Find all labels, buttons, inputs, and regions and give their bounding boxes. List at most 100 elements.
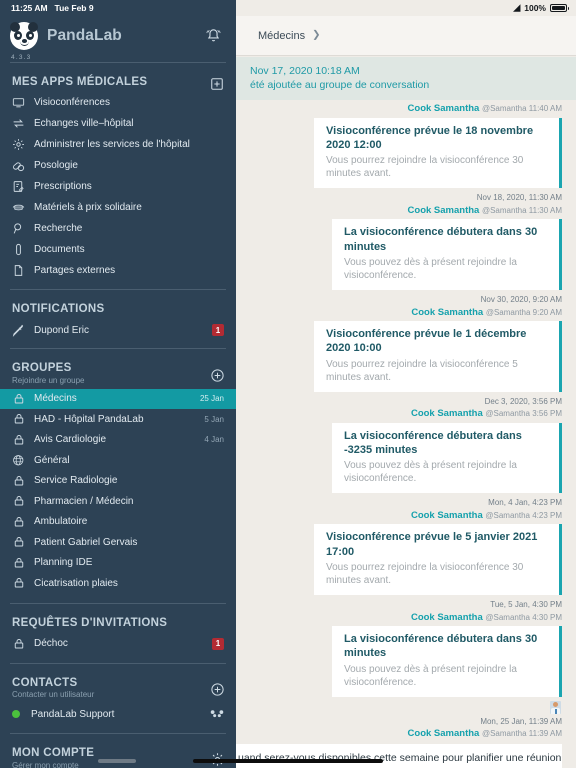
lock-icon: [12, 474, 25, 487]
breadcrumb[interactable]: Médecins: [258, 30, 305, 42]
message-timestamp: Nov 18, 2020, 11:30 AM: [476, 193, 562, 203]
sidebar-item-avis-cardiologie[interactable]: Avis Cardiologie 4 Jan: [0, 430, 236, 451]
visio-card[interactable]: La visioconférence débutera dans 30 minu…: [332, 219, 562, 290]
mask-icon: [12, 201, 25, 214]
lock-icon: [12, 392, 25, 405]
sidebar-item-label: Service Radiologie: [34, 475, 118, 487]
notification-bell-icon[interactable]: [202, 24, 224, 46]
message-author-name: Cook Samantha: [407, 728, 480, 740]
visio-card[interactable]: Visioconférence prévue le 5 janvier 2021…: [314, 524, 562, 595]
sidebar-item-label: HAD - Hôpital PandaLab: [34, 413, 144, 425]
message-block: Dec 3, 2020, 3:56 PM Cook Samantha @Sama…: [236, 392, 576, 494]
plus-circle-icon[interactable]: [209, 682, 225, 698]
sidebar-item-pharmacien-medecin[interactable]: Pharmacien / Médecin: [0, 491, 236, 512]
sidebar-item-service-radiologie[interactable]: Service Radiologie: [0, 471, 236, 492]
status-badge: 1: [212, 637, 224, 650]
sidebar-item-visioconferences[interactable]: Visioconférences: [0, 92, 236, 113]
sidebar-item-administrer-services[interactable]: Administrer les services de l'hôpital: [0, 134, 236, 155]
plus-circle-icon[interactable]: [209, 367, 225, 383]
message-author-name: Cook Samantha: [407, 205, 480, 217]
sidebar-item-prescriptions[interactable]: Prescriptions: [0, 176, 236, 197]
groups-section-title: GROUPES: [12, 362, 72, 374]
message-block: Mon, 25 Jan, 11:39 AM Cook Samantha @Sam…: [236, 697, 576, 768]
sidebar-item-date: 4 Jan: [204, 435, 224, 445]
notifications-section-header: NOTIFICATIONS: [0, 290, 236, 319]
sidebar-item-general[interactable]: Général: [0, 450, 236, 471]
visio-card-title: La visioconférence débutera dans 30 minu…: [344, 226, 538, 253]
lock-icon: [12, 413, 25, 426]
lock-icon: [12, 637, 25, 650]
magnifier-icon: [12, 222, 25, 235]
sidebar-item-posologie[interactable]: Posologie: [0, 155, 236, 176]
message-author: Cook Samantha @Samantha 11:39 AM: [236, 727, 576, 740]
sidebar-item-dechoc[interactable]: Déchoc 1: [0, 633, 236, 655]
sidebar-item-echanges-ville-hopital[interactable]: Échanges ville–hôpital: [0, 113, 236, 134]
message-author-handle: @Samantha 11:30 AM: [481, 206, 562, 216]
sidebar-item-ambulatoire[interactable]: Ambulatoire: [0, 512, 236, 533]
main-pane: Médecins ❯ Nov 17, 2020 10:18 AM été ajo…: [236, 0, 576, 768]
message-timestamp: Nov 30, 2020, 9:20 AM: [480, 294, 562, 304]
sidebar-item-patient-gabriel-gervais[interactable]: Patient Gabriel Gervais: [0, 532, 236, 553]
sidebar-item-label: Cicatrisation plaies: [34, 577, 118, 589]
lock-icon: [12, 433, 25, 446]
message-author: Cook Samantha @Samantha 3:56 PM: [236, 407, 576, 420]
status-badge: 1: [212, 324, 224, 336]
message-author: Cook Samantha @Samantha 11:40 AM: [236, 102, 576, 115]
groups-section-subtitle[interactable]: Rejoindre un groupe: [12, 376, 224, 385]
sidebar-item-label: Posologie: [34, 160, 78, 171]
sidebar-item-label: Recherche: [34, 223, 83, 234]
visio-card-subtitle: Vous pouvez dès à présent rejoindre la v…: [344, 663, 517, 688]
message-author: Cook Samantha @Samantha 9:20 AM: [236, 306, 576, 319]
message-author-handle: @Samantha 4:23 PM: [485, 511, 562, 521]
sidebar-item-partages-externes[interactable]: Partages externes: [0, 260, 236, 281]
visio-card[interactable]: Visioconférence prévue le 18 novembre 20…: [314, 117, 562, 189]
panda-face-icon: [210, 709, 224, 720]
add-box-icon[interactable]: [209, 76, 225, 92]
message-bubble[interactable]: uand serez-vous disponibles cette semain…: [236, 743, 562, 768]
sidebar-item-planning-ide[interactable]: Planning IDE: [0, 553, 236, 574]
system-banner-text: été ajoutée au groupe de conversation: [250, 79, 430, 92]
visio-card[interactable]: Visioconférence prévue le 1 décembre 202…: [314, 321, 562, 392]
paperclip-icon: [12, 243, 25, 256]
sidebar-item-materiels-prix-solidaire[interactable]: Matériels à prix solidaire: [0, 197, 236, 218]
visio-card-subtitle: Vous pourrez rejoindre la visioconférenc…: [326, 155, 524, 180]
sidebar-scroll-area[interactable]: PandaLab 4.3.3 MES APPS MÉDICALES Visioc…: [0, 0, 236, 768]
lock-icon: [12, 515, 25, 528]
home-indicator-left: [98, 759, 136, 763]
sidebar-item-label: Prescriptions: [34, 181, 92, 192]
message-author: Cook Samantha @Samantha 11:30 AM: [236, 204, 576, 217]
apps-section-header: MES APPS MÉDICALES: [0, 63, 236, 92]
visio-card[interactable]: La visioconférence débutera dans 30 minu…: [332, 626, 562, 697]
sidebar-item-label: Général: [34, 454, 70, 466]
message-author-name: Cook Samantha: [410, 408, 483, 420]
visio-card-title: La visioconférence débutera dans -3235 m…: [344, 429, 522, 456]
message-timestamp: Mon, 25 Jan, 11:39 AM: [480, 716, 562, 726]
sidebar-item-recherche[interactable]: Recherche: [0, 218, 236, 239]
sidebar-item-label: Déchoc: [34, 638, 68, 649]
visio-card-subtitle: Vous pouvez dès à présent rejoindre la v…: [344, 460, 517, 485]
message-author-name: Cook Samantha: [410, 510, 483, 522]
invitations-section-header: REQUÊTES D'INVITATIONS: [0, 604, 236, 633]
visio-card-title: Visioconférence prévue le 1 décembre 202…: [326, 328, 527, 355]
sidebar-item-had-hopital-pandalab[interactable]: HAD - Hôpital PandaLab 5 Jan: [0, 409, 236, 430]
sidebar-item-dupond-eric[interactable]: Dupond Eric 1: [0, 319, 236, 341]
sidebar-item-medecins[interactable]: Médecins 25 Jan: [0, 388, 236, 409]
invitations-section-title: REQUÊTES D'INVITATIONS: [12, 616, 168, 629]
message-block: Nov 30, 2020, 9:20 AM Cook Samantha @Sam…: [236, 290, 576, 392]
contacts-section-subtitle[interactable]: Contacter un utilisateur: [12, 690, 224, 699]
globe-icon: [12, 454, 25, 467]
sidebar-item-label: PandaLab Support: [31, 708, 115, 720]
lock-icon: [12, 536, 25, 549]
sidebar-item-documents[interactable]: Documents: [0, 239, 236, 260]
message-block: Mon, 4 Jan, 4:23 PM Cook Samantha @Saman…: [236, 493, 576, 595]
visio-card[interactable]: La visioconférence débutera dans -3235 m…: [332, 422, 562, 494]
chat-scroll-area[interactable]: Nov 17, 2020 10:18 AM été ajoutée au gro…: [236, 57, 576, 768]
sidebar-item-label: Documents: [34, 244, 85, 255]
panda-logo-icon: [10, 22, 38, 50]
sidebar-item-pandalab-support[interactable]: PandaLab Support: [0, 703, 236, 725]
message-author-handle: @Samantha 4:30 PM: [485, 612, 562, 622]
user-avatar-icon: [550, 700, 561, 714]
message-author-name: Cook Samantha: [407, 103, 480, 115]
main-header: Médecins ❯: [236, 16, 576, 56]
sidebar-item-cicatrisation-plaies[interactable]: Cicatrisation plaies: [0, 573, 236, 594]
